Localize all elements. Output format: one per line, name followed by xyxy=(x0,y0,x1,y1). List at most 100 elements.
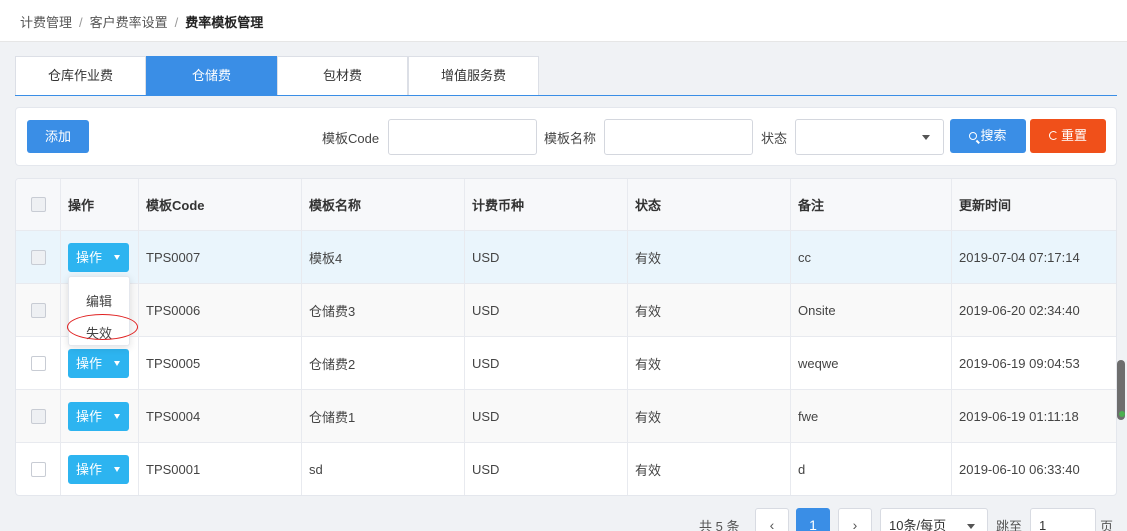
row-checkbox[interactable] xyxy=(30,302,46,318)
prev-page-button[interactable]: ‹ xyxy=(755,508,789,531)
select-all-cell xyxy=(16,179,61,230)
row-checkbox[interactable] xyxy=(30,462,46,477)
row-name: sd xyxy=(302,443,465,495)
page-size-select[interactable]: 10条/每页 xyxy=(880,508,988,531)
table-row: 操作 TPS0001 sd USD 有效 d 2019-06-10 06:33:… xyxy=(16,443,1116,495)
row-select-cell xyxy=(16,337,61,389)
pagination-total: 共 5 条 xyxy=(699,519,740,531)
template-code-input[interactable] xyxy=(388,119,537,155)
template-table: 操作 模板Code 模板名称 计费币种 状态 备注 更新时间 操作 TPS000… xyxy=(15,178,1117,496)
row-updated: 2019-06-19 09:04:53 xyxy=(959,355,1080,371)
row-remark: d xyxy=(791,443,952,495)
template-name-label: 模板名称 xyxy=(544,131,597,146)
row-select-cell xyxy=(16,390,61,442)
page-button-1[interactable]: 1 xyxy=(796,508,830,531)
row-checkbox[interactable] xyxy=(30,355,46,371)
row-name: 仓储费1 xyxy=(302,390,465,442)
header-updated-time: 更新时间 xyxy=(959,198,1012,213)
breadcrumb-item-current: 费率模板管理 xyxy=(185,15,264,30)
caret-down-icon xyxy=(114,413,120,419)
tab-storage[interactable]: 仓储费 xyxy=(146,56,277,95)
table-row: 操作 TPS0007 模板4 USD 有效 cc 2019-07-04 07:1… xyxy=(16,231,1116,284)
row-name: 模板4 xyxy=(302,231,465,283)
header-remark: 备注 xyxy=(791,179,952,230)
row-select-cell xyxy=(16,443,61,495)
scroll-indicator-dot xyxy=(1119,411,1125,417)
tab-packaging[interactable]: 包材费 xyxy=(277,56,408,95)
breadcrumb: 计费管理 / 客户费率设置 / 费率模板管理 xyxy=(20,12,263,31)
row-currency: USD xyxy=(465,443,628,495)
row-currency: USD xyxy=(465,284,628,336)
breadcrumb-item-customer-rate[interactable]: 客户费率设置 xyxy=(90,15,168,30)
row-name: 仓储费3 xyxy=(302,284,465,336)
operation-button-label: 操作 xyxy=(76,462,103,477)
row-select-cell xyxy=(16,284,61,336)
row-remark: weqwe xyxy=(791,337,952,389)
template-name-input[interactable] xyxy=(604,119,753,155)
row-remark: cc xyxy=(791,231,952,283)
operation-dropdown-button[interactable]: 操作 xyxy=(68,401,129,431)
reset-button[interactable]: 重置 xyxy=(1030,119,1106,153)
table-row: 操作 TPS0004 仓储费1 USD 有效 fwe 2019-06-19 01… xyxy=(16,390,1116,443)
pagination: 共 5 条 ‹ 1 › 10条/每页 跳至 1 页 xyxy=(0,505,1127,531)
refresh-icon xyxy=(1048,131,1058,141)
status-label: 状态 xyxy=(761,131,788,146)
search-button[interactable]: 搜索 xyxy=(950,119,1026,153)
breadcrumb-separator: / xyxy=(174,15,179,30)
breadcrumb-item-billing[interactable]: 计费管理 xyxy=(20,15,72,30)
row-select-cell xyxy=(16,231,61,283)
row-updated: 2019-06-20 02:34:40 xyxy=(959,302,1080,318)
page-size-value: 10条/每页 xyxy=(889,518,947,531)
row-status: 有效 xyxy=(628,337,791,389)
tab-value-added[interactable]: 增值服务费 xyxy=(408,56,539,95)
operation-dropdown-button[interactable]: 操作 xyxy=(68,455,129,484)
row-updated: 2019-06-10 06:33:40 xyxy=(959,462,1080,477)
row-checkbox[interactable] xyxy=(30,408,46,424)
jump-to-label: 跳至 xyxy=(996,519,1023,531)
tab-bar: 仓库作业费 仓储费 包材费 增值服务费 xyxy=(15,56,1117,96)
row-currency: USD xyxy=(465,390,628,442)
row-name: 仓储费2 xyxy=(302,337,465,389)
next-page-button[interactable]: › xyxy=(838,508,872,531)
operation-dropdown-button[interactable]: 操作 xyxy=(68,348,129,378)
filter-panel: 添加 模板Code 模板名称 状态 搜索 重置 xyxy=(15,107,1117,166)
header-status: 状态 xyxy=(628,179,791,230)
top-bar: 计费管理 / 客户费率设置 / 费率模板管理 xyxy=(0,0,1127,42)
table-header: 操作 模板Code 模板名称 计费币种 状态 备注 更新时间 xyxy=(16,179,1116,231)
row-status: 有效 xyxy=(628,284,791,336)
header-template-name: 模板名称 xyxy=(302,179,465,230)
row-code: TPS0007 xyxy=(139,231,302,283)
header-currency: 计费币种 xyxy=(465,179,628,230)
table-row: 操作 TPS0005 仓储费2 USD 有效 weqwe 2019-06-19 … xyxy=(16,337,1116,390)
page-suffix-label: 页 xyxy=(1100,519,1114,531)
search-icon xyxy=(969,131,978,140)
row-checkbox[interactable] xyxy=(30,249,46,265)
jump-page-input[interactable]: 1 xyxy=(1030,508,1096,531)
row-operation-cell: 操作 xyxy=(61,390,139,442)
caret-down-icon xyxy=(114,254,120,260)
status-select[interactable] xyxy=(795,119,944,155)
search-button-label: 搜索 xyxy=(980,128,1007,143)
operation-dropdown-menu: 编辑 失效 xyxy=(68,276,130,346)
row-remark: Onsite xyxy=(791,284,952,336)
tab-warehouse-operation[interactable]: 仓库作业费 xyxy=(15,56,146,95)
menu-item-edit[interactable]: 编辑 xyxy=(69,291,129,310)
row-currency: USD xyxy=(465,231,628,283)
row-code: TPS0006 xyxy=(139,284,302,336)
breadcrumb-separator: / xyxy=(79,15,83,30)
header-template-code: 模板Code xyxy=(139,179,302,230)
select-all-checkbox[interactable] xyxy=(30,197,46,212)
caret-down-icon xyxy=(114,360,120,366)
row-status: 有效 xyxy=(628,443,791,495)
operation-button-label: 操作 xyxy=(76,249,103,265)
menu-item-disable[interactable]: 失效 xyxy=(69,323,129,342)
add-button[interactable]: 添加 xyxy=(27,120,89,153)
reset-button-label: 重置 xyxy=(1060,128,1087,143)
row-updated: 2019-07-04 07:17:14 xyxy=(959,249,1080,265)
row-updated: 2019-06-19 01:11:18 xyxy=(959,408,1079,424)
chevron-down-icon xyxy=(922,135,930,140)
row-operation-cell: 操作 xyxy=(61,443,139,495)
operation-dropdown-button[interactable]: 操作 xyxy=(68,242,129,272)
row-code: TPS0001 xyxy=(139,443,302,495)
operation-button-label: 操作 xyxy=(76,408,103,424)
